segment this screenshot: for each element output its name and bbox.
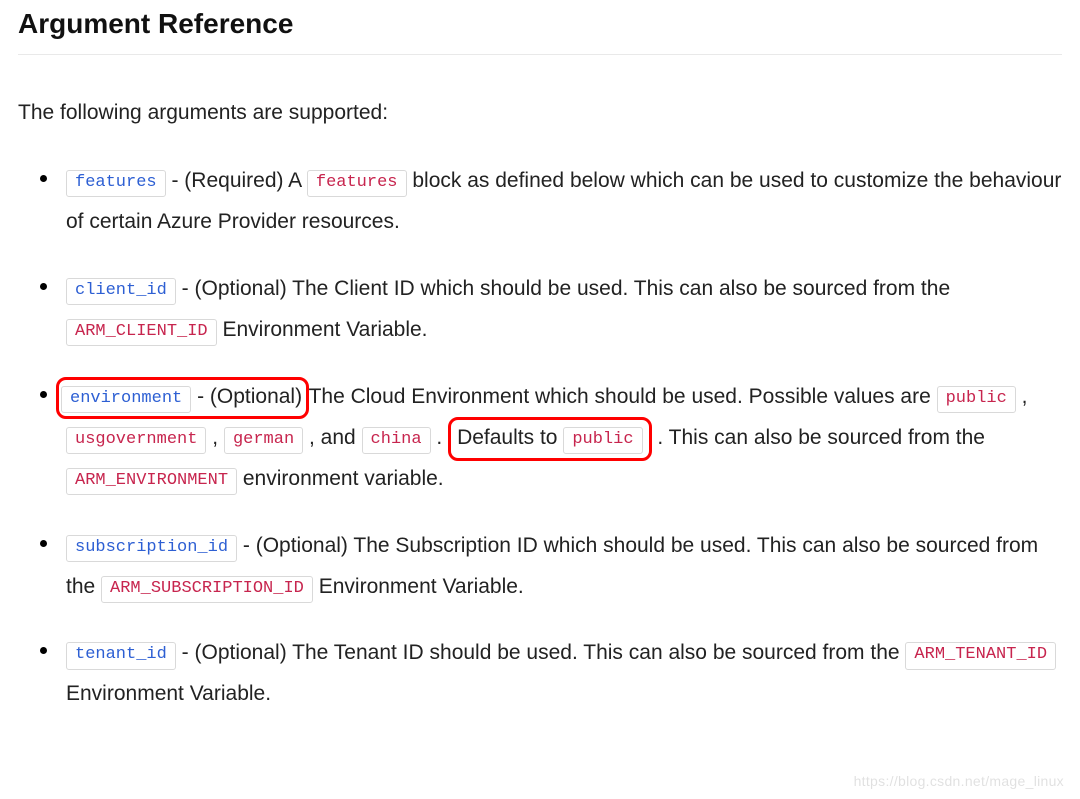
arg-name-code: client_id xyxy=(66,278,176,305)
text: - (Optional) The Client ID which should … xyxy=(182,277,950,300)
watermark: https://blog.csdn.net/mage_linux xyxy=(854,773,1064,789)
divider xyxy=(18,54,1062,55)
env-var-code: ARM_TENANT_ID xyxy=(905,642,1056,669)
text: Environment Variable. xyxy=(66,682,271,705)
text: . This can also be sourced from the xyxy=(657,426,985,449)
page: Argument Reference The following argumen… xyxy=(0,0,1080,799)
arg-name-code: subscription_id xyxy=(66,535,237,562)
intro-paragraph: The following arguments are supported: xyxy=(18,101,1062,125)
value-code: china xyxy=(362,427,431,454)
argument-item-tenant-id: tenant_id - (Optional) The Tenant ID sho… xyxy=(66,633,1062,715)
argument-item-environment: environment - (Optional) The Cloud Envir… xyxy=(66,377,1062,500)
text: environment variable. xyxy=(243,467,444,490)
value-code: public xyxy=(937,386,1016,413)
text: , xyxy=(212,426,224,449)
argument-item-subscription-id: subscription_id - (Optional) The Subscri… xyxy=(66,526,1062,608)
inline-code: features xyxy=(307,170,407,197)
text: Environment Variable. xyxy=(319,575,524,598)
highlight-box-environment: environment - (Optional) xyxy=(56,377,309,419)
argument-list: features - (Required) A features block a… xyxy=(18,161,1062,715)
arg-name-code: features xyxy=(66,170,166,197)
env-var-code: ARM_ENVIRONMENT xyxy=(66,468,237,495)
arg-name-code: tenant_id xyxy=(66,642,176,669)
section-heading: Argument Reference xyxy=(18,8,1062,40)
text: - (Required) A xyxy=(171,169,306,192)
arg-name-code: environment xyxy=(61,386,191,413)
value-code: german xyxy=(224,427,303,454)
text: The Cloud Environment which should be us… xyxy=(309,385,937,408)
text: . xyxy=(436,426,448,449)
env-var-code: ARM_SUBSCRIPTION_ID xyxy=(101,576,313,603)
text: , and xyxy=(309,426,362,449)
env-var-code: ARM_CLIENT_ID xyxy=(66,319,217,346)
default-value-code: public xyxy=(563,427,642,454)
value-code: usgovernment xyxy=(66,427,206,454)
argument-item-client-id: client_id - (Optional) The Client ID whi… xyxy=(66,269,1062,351)
text: - (Optional) xyxy=(197,385,302,408)
text: - (Optional) The Tenant ID should be use… xyxy=(182,641,906,664)
text: Defaults to xyxy=(457,426,563,449)
argument-item-features: features - (Required) A features block a… xyxy=(66,161,1062,243)
highlight-box-defaults: Defaults to public xyxy=(448,417,651,461)
text: Environment Variable. xyxy=(222,318,427,341)
text: , xyxy=(1022,385,1028,408)
